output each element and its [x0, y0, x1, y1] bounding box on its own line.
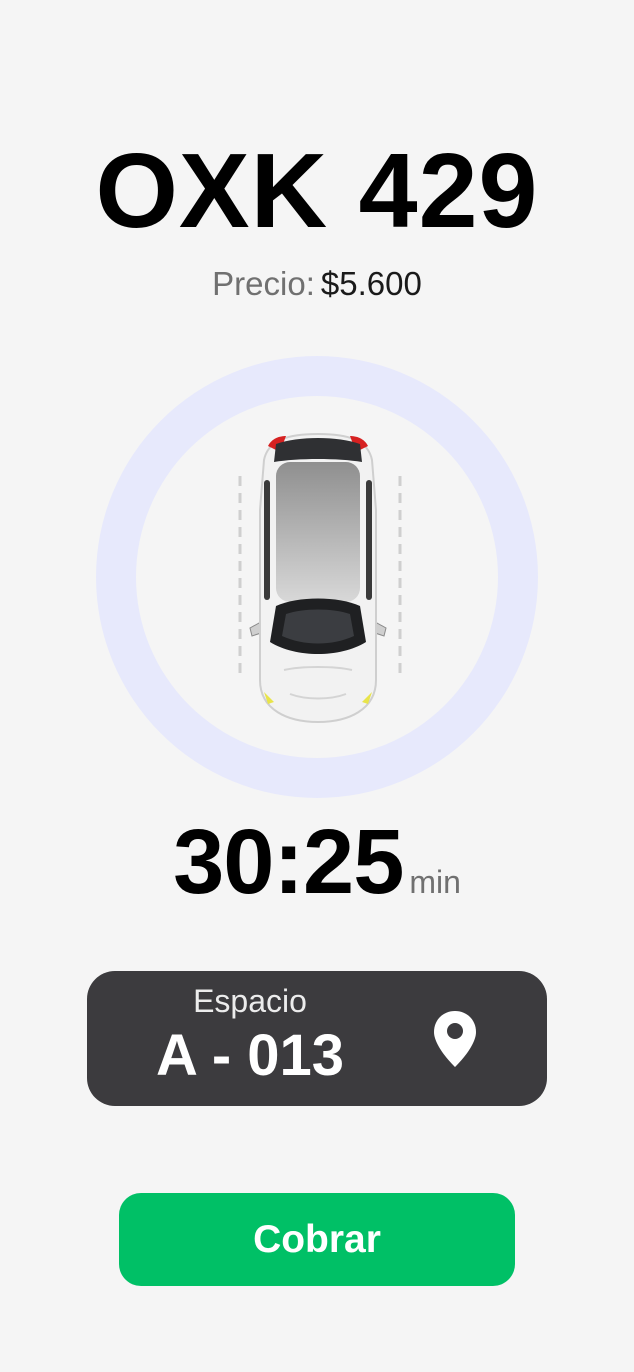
- price-row: Precio: $5.600: [0, 264, 634, 304]
- parking-space-card[interactable]: Espacio A - 013: [87, 971, 547, 1106]
- timer-value: 30:25: [173, 811, 404, 913]
- timer-unit: min: [409, 864, 461, 900]
- car-top-view-icon: [228, 430, 408, 730]
- price-label: Precio:: [212, 265, 315, 302]
- timer-display: 30:25 min: [0, 812, 634, 912]
- cobrar-button[interactable]: Cobrar: [119, 1193, 515, 1286]
- license-plate: OXK 429: [95, 132, 539, 250]
- price-value: $5.600: [320, 265, 422, 302]
- location-pin-icon[interactable]: [432, 1009, 478, 1069]
- space-value: A - 013: [155, 1023, 345, 1088]
- space-label: Espacio: [193, 983, 307, 1019]
